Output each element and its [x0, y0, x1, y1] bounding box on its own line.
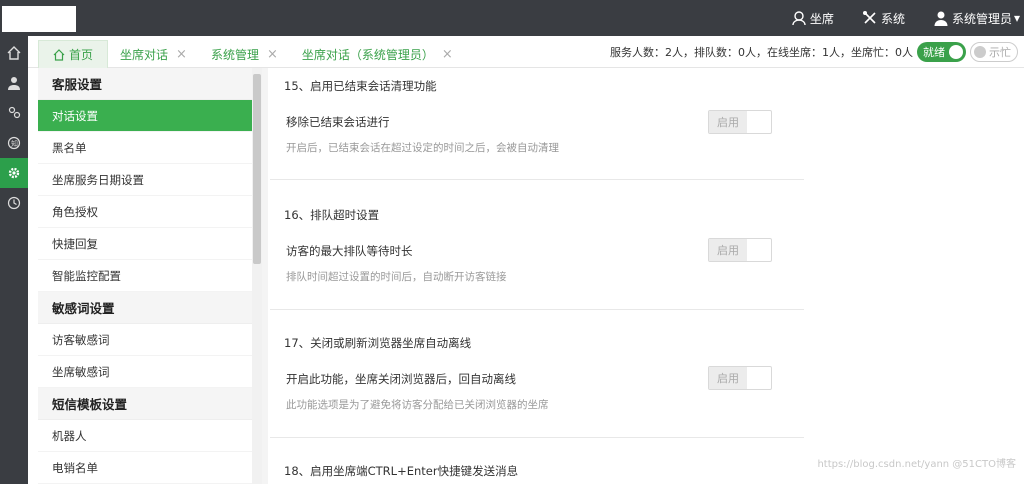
- sidebar-item-quick-reply[interactable]: 快捷回复: [38, 228, 262, 260]
- user-icon: [934, 11, 948, 26]
- close-icon[interactable]: ×: [176, 47, 187, 62]
- sidebar-item-blacklist[interactable]: 黑名单: [38, 132, 262, 164]
- agent-menu-label: 坐席: [809, 11, 834, 26]
- tools-icon: [862, 11, 876, 24]
- person-icon: [8, 77, 20, 90]
- tab-agent-chat-admin[interactable]: 坐席对话（系统管理员） ×: [290, 40, 465, 68]
- sidebar-scrollbar[interactable]: [252, 68, 262, 484]
- chevron-down-icon: ▾: [1013, 11, 1020, 25]
- close-icon[interactable]: ×: [442, 47, 453, 62]
- setting-section-16: 16、排队超时设置 访客的最大排队等待时长 排队时间超过设置的时间后，自动断开访…: [270, 180, 804, 310]
- group-nav-button[interactable]: [0, 98, 28, 128]
- setting-section-15: 15、启用已结束会话清理功能 移除已结束会话进行 开启后，已结束会话在超过设定的…: [270, 68, 804, 180]
- home-nav-button[interactable]: [0, 38, 28, 68]
- logo: [2, 6, 76, 32]
- sidebar-item-role-auth[interactable]: 角色授权: [38, 196, 262, 228]
- busy-toggle[interactable]: 示忙: [970, 42, 1018, 62]
- system-menu[interactable]: 系统: [862, 10, 905, 27]
- knowledge-nav-button[interactable]: 知: [0, 128, 28, 158]
- sidebar-item-visitor-words[interactable]: 访客敏感词: [38, 324, 262, 356]
- enable-toggle[interactable]: 启用: [708, 366, 772, 390]
- knowledge-icon: 知: [7, 136, 21, 150]
- group-icon: [8, 106, 21, 119]
- history-icon: [7, 196, 21, 210]
- setting-section-18: 18、启用坐席端CTRL+Enter快捷键发送消息: [270, 438, 804, 484]
- divider: [262, 68, 268, 484]
- setting-label: 开启此功能，坐席关闭浏览器后，回自动离线: [286, 372, 516, 386]
- sidebar-item-robot[interactable]: 机器人: [38, 420, 262, 452]
- agent-menu[interactable]: 坐席: [791, 10, 834, 27]
- toggle-label: 启用: [709, 239, 747, 261]
- top-nav: 坐席 系统 系统管理员 ▾: [791, 0, 1024, 36]
- system-menu-label: 系统: [880, 11, 905, 26]
- user-nav-button[interactable]: [0, 68, 28, 98]
- sidebar-item-monitor[interactable]: 智能监控配置: [38, 260, 262, 292]
- tab-home[interactable]: 首页: [38, 40, 109, 68]
- section-title: 18、启用坐席端CTRL+Enter快捷键发送消息: [284, 464, 519, 478]
- setting-description: 排队时间超过设置的时间后，自动断开访客链接: [286, 271, 507, 283]
- tab-agent-chat[interactable]: 坐席对话 ×: [108, 40, 199, 68]
- history-nav-button[interactable]: [0, 188, 28, 218]
- ready-toggle[interactable]: 就绪: [917, 42, 966, 62]
- setting-description: 此功能选项是为了避免将访客分配给已关闭浏览器的坐席: [286, 399, 549, 411]
- ready-label: 就绪: [923, 46, 945, 59]
- section-title: 16、排队超时设置: [284, 208, 380, 222]
- tab-bar: 首页 坐席对话 × 系统管理 × 坐席对话（系统管理员） × 服务人数：2人，排…: [28, 36, 1024, 68]
- sidebar-item-service-date[interactable]: 坐席服务日期设置: [38, 164, 262, 196]
- home-icon: [7, 46, 21, 60]
- tab-label: 首页: [69, 48, 94, 62]
- tab-label: 系统管理: [210, 47, 259, 62]
- sidebar-group-sms-template[interactable]: 短信模板设置: [38, 388, 262, 420]
- tab-label: 坐席对话（系统管理员）: [301, 47, 434, 62]
- sidebar-item-chat-settings[interactable]: 对话设置: [38, 100, 262, 132]
- top-bar: 坐席 系统 系统管理员 ▾: [0, 0, 1024, 36]
- user-menu[interactable]: 系统管理员 ▾: [933, 10, 1020, 27]
- sidebar-group-sensitive-words[interactable]: 敏感词设置: [38, 292, 262, 324]
- scrollbar-thumb[interactable]: [253, 74, 261, 264]
- watermark: https://blog.csdn.net/yann @51CTO博客: [817, 459, 1016, 470]
- headset-icon: [792, 11, 806, 26]
- setting-label: 移除已结束会话进行: [286, 115, 390, 129]
- status-area: 服务人数：2人，排队数：0人，在线坐席：1人，坐席忙：0人 就绪 示忙: [610, 42, 1018, 62]
- section-title: 15、启用已结束会话清理功能: [284, 79, 437, 93]
- tab-list: 首页 坐席对话 × 系统管理 × 坐席对话（系统管理员） ×: [38, 40, 465, 68]
- toggle-label: 启用: [709, 367, 747, 389]
- sidebar-item-agent-words[interactable]: 坐席敏感词: [38, 356, 262, 388]
- toggle-knob: [949, 45, 963, 59]
- enable-toggle[interactable]: 启用: [708, 238, 772, 262]
- gear-icon: [8, 167, 20, 179]
- setting-label: 访客的最大排队等待时长: [286, 244, 413, 258]
- svg-text:知: 知: [11, 139, 18, 148]
- enable-toggle[interactable]: 启用: [708, 110, 772, 134]
- user-menu-label: 系统管理员: [951, 11, 1012, 26]
- section-title: 17、关闭或刷新浏览器坐席自动离线: [284, 336, 472, 350]
- settings-nav-button[interactable]: [0, 158, 28, 188]
- setting-description: 开启后，已结束会话在超过设定的时间之后，会被自动清理: [286, 142, 559, 154]
- sidebar-group-customer-service[interactable]: 客服设置: [38, 68, 262, 100]
- sidebar-item-telesales[interactable]: 电销名单: [38, 452, 262, 484]
- home-icon: [53, 48, 65, 61]
- settings-content: 15、启用已结束会话清理功能 移除已结束会话进行 开启后，已结束会话在超过设定的…: [270, 68, 804, 484]
- close-icon[interactable]: ×: [267, 47, 278, 62]
- tab-label: 坐席对话: [120, 47, 169, 62]
- tab-system-management[interactable]: 系统管理 ×: [199, 40, 290, 68]
- setting-section-17: 17、关闭或刷新浏览器坐席自动离线 开启此功能，坐席关闭浏览器后，回自动离线 此…: [270, 310, 804, 438]
- toggle-knob: [974, 46, 986, 58]
- icon-sidebar: 知: [0, 36, 28, 484]
- toggle-label: 启用: [709, 111, 747, 133]
- busy-label: 示忙: [989, 46, 1011, 59]
- service-stats: 服务人数：2人，排队数：0人，在线坐席：1人，坐席忙：0人: [610, 46, 913, 59]
- settings-sidebar: 客服设置 对话设置 黑名单 坐席服务日期设置 角色授权 快捷回复 智能监控配置 …: [38, 68, 262, 484]
